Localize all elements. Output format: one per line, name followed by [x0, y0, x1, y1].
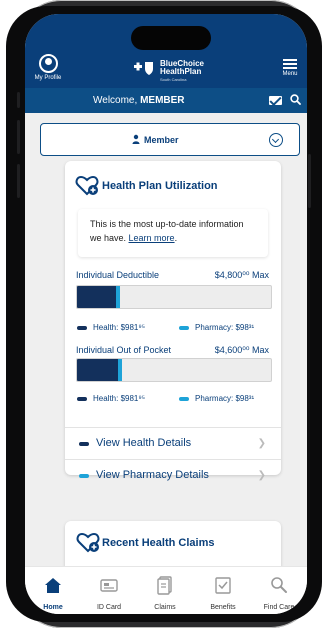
- benefits-icon: [215, 577, 231, 594]
- out-of-pocket-progress-bar: [76, 358, 272, 382]
- side-button: [17, 164, 20, 198]
- health-swatch: [79, 442, 89, 446]
- find-care-icon: [271, 577, 287, 593]
- hamburger-line: [283, 67, 297, 69]
- nav-find-care-label: Find Care: [263, 604, 295, 611]
- out-of-pocket-max: $4,600⁰⁰ Max: [214, 345, 269, 355]
- nav-benefits-label: Benefits: [210, 604, 236, 611]
- recent-claims-title: Recent Health Claims: [102, 537, 215, 549]
- out-of-pocket-pharmacy-fill: [117, 359, 122, 381]
- deductible-title: Individual Deductible: [76, 270, 160, 280]
- nav-claims[interactable]: Claims: [143, 575, 187, 611]
- nav-id-card-label: ID Card: [96, 604, 122, 611]
- view-health-details-label: View Health Details: [96, 437, 192, 449]
- out-of-pocket-health-fill: [77, 359, 118, 381]
- nav-home[interactable]: Home: [31, 575, 75, 611]
- utilization-title: Health Plan Utilization: [102, 180, 218, 192]
- out-of-pocket-health-legend: Health: $981⁹⁵: [77, 394, 145, 403]
- deductible-max: $4,800⁰⁰ Max: [214, 270, 269, 280]
- welcome-bar: Welcome, MEMBER: [25, 88, 307, 113]
- mail-icon[interactable]: [269, 96, 282, 105]
- view-pharmacy-details-link[interactable]: View Pharmacy Details ❯: [65, 459, 281, 481]
- bluechoice-cross-shield-icon: [134, 62, 153, 75]
- heart-plus-icon: [76, 532, 100, 553]
- menu-label: Menu: [282, 71, 298, 77]
- logo-wordmark: BlueChoice HealthPlan: [160, 59, 205, 76]
- deductible-health-fill: [77, 286, 116, 308]
- heart-plus-icon: [75, 175, 99, 196]
- claims-icon: [157, 576, 172, 595]
- view-pharmacy-details-label: View Pharmacy Details: [96, 469, 209, 481]
- deductible-pharmacy-legend: Pharmacy: $98³¹: [179, 323, 254, 332]
- pharmacy-swatch: [79, 474, 89, 478]
- deductible-pharmacy-fill: [115, 286, 120, 308]
- my-profile-button[interactable]: My Profile: [31, 54, 65, 81]
- dynamic-island: [131, 26, 211, 50]
- out-of-pocket-title: Individual Out of Pocket: [76, 345, 172, 355]
- hamburger-line: [283, 63, 297, 65]
- utilization-card: Health Plan Utilization This is the most…: [65, 161, 281, 481]
- nav-id-card[interactable]: ID Card: [87, 575, 131, 611]
- bottom-navigation: Home ID Card Claims Benefits Find Care: [25, 566, 307, 614]
- side-button: [17, 120, 20, 154]
- profile-icon: [38, 54, 58, 73]
- welcome-message: Welcome, MEMBER: [93, 95, 185, 106]
- hamburger-line: [283, 59, 297, 61]
- person-icon: [132, 134, 140, 144]
- home-icon: [45, 578, 61, 593]
- out-of-pocket-pharmacy-legend: Pharmacy: $98³¹: [179, 394, 254, 403]
- member-selector[interactable]: Member: [40, 123, 300, 156]
- deductible-health-legend: Health: $981⁹⁵: [77, 323, 145, 332]
- bluechoice-logo: BlueChoice HealthPlan South Carolina: [133, 58, 219, 82]
- chevron-right-icon: ❯: [257, 470, 266, 481]
- nav-home-label: Home: [43, 604, 63, 611]
- menu-button[interactable]: Menu: [279, 57, 301, 77]
- app-screen: My Profile BlueChoice HealthPlan South C…: [25, 14, 307, 614]
- info-notice: This is the most up-to-date information …: [78, 209, 268, 257]
- deductible-progress-bar: [76, 285, 272, 309]
- side-button: [308, 154, 311, 208]
- my-profile-label: My Profile: [34, 75, 62, 81]
- logo-subtitle: South Carolina: [160, 77, 187, 82]
- nav-claims-label: Claims: [154, 604, 176, 611]
- id-card-icon: [100, 579, 118, 592]
- side-button: [17, 92, 20, 108]
- search-icon[interactable]: [290, 94, 301, 105]
- chevron-down-icon: [269, 133, 283, 147]
- chevron-right-icon: ❯: [257, 438, 266, 449]
- member-label: Member: [144, 135, 179, 145]
- nav-benefits[interactable]: Benefits: [201, 575, 245, 611]
- view-health-details-link[interactable]: View Health Details ❯: [65, 427, 281, 459]
- nav-find-care[interactable]: Find Care: [257, 575, 301, 611]
- learn-more-link[interactable]: Learn more: [129, 233, 175, 243]
